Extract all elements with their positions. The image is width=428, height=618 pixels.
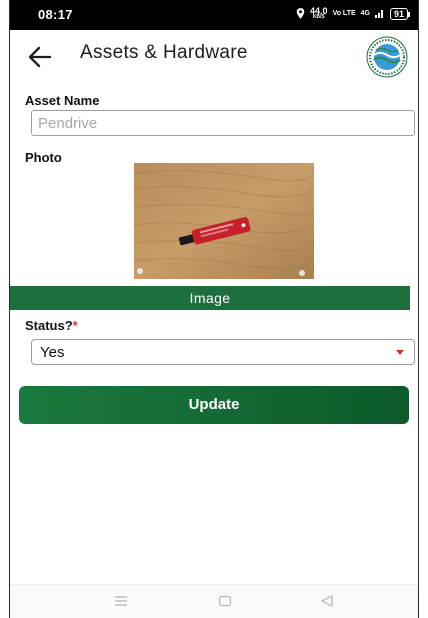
home-icon[interactable] xyxy=(218,594,232,608)
signal-icon xyxy=(374,10,383,18)
asset-photo[interactable] xyxy=(134,163,314,279)
back-icon[interactable] xyxy=(320,594,334,608)
asset-name-input[interactable] xyxy=(31,110,415,136)
menu-icon[interactable] xyxy=(114,594,128,608)
status-icons: 44.0 KB/S Vo LTE 4G 91 xyxy=(296,6,411,20)
network-speed: 44.0 KB/S xyxy=(310,6,328,20)
status-label: Status?* xyxy=(25,318,78,333)
update-button[interactable]: Update xyxy=(19,386,409,424)
status-select-value: Yes xyxy=(40,344,65,361)
required-mark: * xyxy=(72,318,78,333)
status-select[interactable]: Yes xyxy=(31,339,415,365)
dropdown-caret-icon xyxy=(396,350,404,355)
app-screen: 08:17 44.0 KB/S Vo LTE 4G 91 Assets & Har… xyxy=(9,0,419,618)
system-nav-bar xyxy=(10,584,418,618)
back-arrow-icon[interactable] xyxy=(28,46,52,68)
location-icon xyxy=(296,8,305,19)
status-time: 08:17 xyxy=(38,7,73,22)
app-bar: Assets & Hardware xyxy=(10,30,418,84)
volte-indicator: Vo LTE xyxy=(332,10,356,17)
org-logo-icon xyxy=(366,36,408,78)
page-title: Assets & Hardware xyxy=(80,42,248,63)
network-type: 4G xyxy=(360,10,370,17)
battery-icon: 91 xyxy=(389,7,411,20)
image-button[interactable]: Image xyxy=(10,286,410,310)
photo-label: Photo xyxy=(25,150,62,165)
status-bar: 08:17 44.0 KB/S Vo LTE 4G 91 xyxy=(10,0,418,30)
asset-name-label: Asset Name xyxy=(25,93,100,108)
